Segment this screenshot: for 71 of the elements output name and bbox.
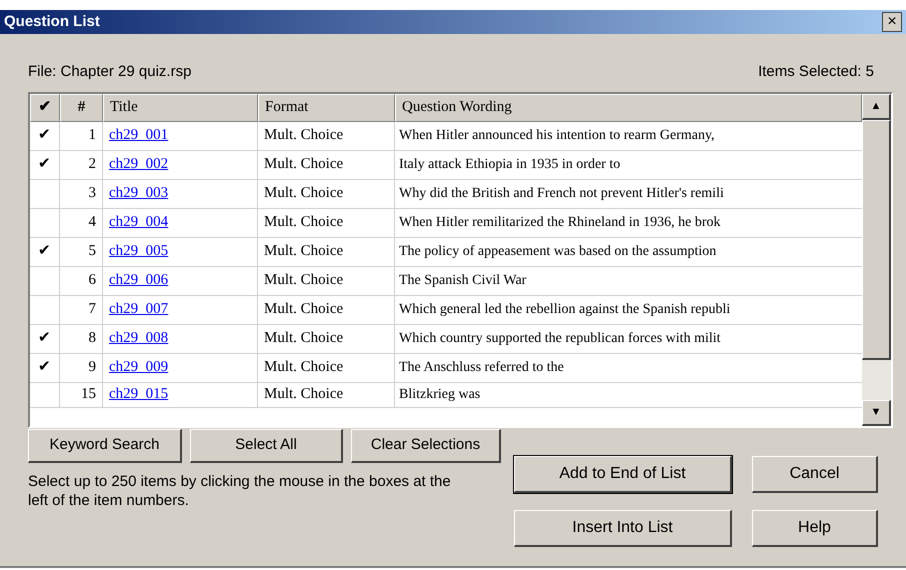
question-link[interactable]: ch29_007: [109, 298, 168, 321]
check-mark: ✔: [38, 126, 51, 146]
scroll-thumb[interactable]: [862, 120, 891, 360]
table-cell-text: 8: [88, 329, 96, 348]
column-header[interactable]: Title: [103, 94, 258, 122]
table-cell-text: Which country supported the republican forces with milit: [399, 330, 721, 348]
items-selected: Items Selected: 5: [758, 62, 874, 82]
table-cell-text: 6: [88, 271, 96, 290]
table-cell-text: 2: [88, 155, 96, 174]
dialog-button[interactable]: Insert Into List: [514, 510, 732, 546]
table-cell-text: Mult. Choice: [264, 242, 344, 262]
table-cell-text: 15: [81, 385, 96, 404]
checkbox-cell[interactable]: ✔: [30, 324, 60, 352]
table-cell-text: 9: [88, 358, 96, 378]
window-title: Question List: [4, 12, 100, 32]
table-cell-text: Why did the British and French not prevent Hitler's remili: [399, 185, 724, 203]
table-cell-text: 4: [88, 213, 96, 232]
check-mark: ✔: [38, 155, 51, 174]
dialog-button[interactable]: Add to End of List: [514, 456, 732, 492]
question-link[interactable]: ch29_003: [109, 182, 168, 205]
question-link[interactable]: ch29_004: [109, 211, 168, 234]
column-header[interactable]: ✔: [30, 94, 60, 122]
check-mark: ✔: [38, 242, 51, 262]
dialog-button[interactable]: Cancel: [752, 456, 878, 492]
table-cell-text: Mult. Choice: [264, 329, 344, 348]
table-cell-text: Blitzkrieg was: [399, 386, 480, 404]
table-cell-text: Mult. Choice: [264, 155, 344, 174]
table-cell-text: The Anschluss referred to the: [399, 359, 564, 377]
table-cell-text: Mult. Choice: [264, 184, 344, 204]
column-header[interactable]: Format: [258, 94, 395, 122]
table-cell-text: Mult. Choice: [264, 213, 344, 232]
table-cell-text: The Spanish Civil War: [399, 272, 526, 290]
table-cell-text: Mult. Choice: [264, 300, 344, 320]
question-link[interactable]: ch29_006: [109, 269, 168, 292]
table-cell-text: Mult. Choice: [264, 271, 344, 290]
table-cell-text: When Hitler remilitarized the Rhineland in 1936, he brok: [399, 214, 721, 232]
check-mark: ✔: [38, 358, 51, 378]
column-header[interactable]: #: [60, 94, 103, 122]
table-cell-text: 1: [88, 126, 96, 146]
table-cell-text: 3: [88, 184, 96, 204]
table-cell-text: Mult. Choice: [264, 385, 344, 404]
scrollbar[interactable]: ▲ ▼: [862, 94, 891, 426]
table-cell-text: Which general led the rebellion against the Spanish republi: [399, 301, 730, 319]
column-header[interactable]: Question Wording: [395, 94, 862, 122]
dialog-button[interactable]: Keyword Search: [28, 428, 182, 462]
checkbox-cell[interactable]: ✔: [30, 354, 60, 382]
checkbox-cell[interactable]: ✔: [30, 238, 60, 266]
checkbox-cell[interactable]: ✔: [30, 122, 60, 150]
table-cell-text: 7: [88, 300, 96, 320]
question-link[interactable]: ch29_009: [109, 356, 168, 379]
question-link[interactable]: ch29_015: [109, 383, 168, 406]
scroll-up-button[interactable]: ▲: [862, 94, 891, 120]
scroll-down-button[interactable]: ▼: [862, 400, 891, 426]
table-cell-text: Mult. Choice: [264, 358, 344, 378]
hint-text: Select up to 250 items by clicking the mouse in the boxes at the left of the item numbers.: [28, 472, 452, 510]
question-link[interactable]: ch29_002: [109, 153, 168, 176]
table-cell-text: The policy of appeasement was based on the assumption: [399, 243, 716, 261]
check-mark: ✔: [38, 329, 51, 348]
checkbox-cell[interactable]: ✔: [30, 150, 60, 178]
table-cell-text: Mult. Choice: [264, 126, 344, 146]
close-button[interactable]: ×: [882, 12, 902, 32]
table-cell-text: 5: [88, 242, 96, 262]
file-label: File: Chapter 29 quiz.rsp: [28, 62, 192, 82]
question-link[interactable]: ch29_005: [109, 240, 168, 263]
dialog-button[interactable]: Clear Selections: [351, 428, 501, 462]
table-cell-text: When Hitler announced his intention to rearm Germany,: [399, 127, 715, 145]
dialog-button[interactable]: Help: [752, 510, 878, 546]
question-link[interactable]: ch29_001: [109, 124, 168, 147]
question-link[interactable]: ch29_008: [109, 327, 168, 350]
table-cell-text: Italy attack Ethiopia in 1935 in order to: [399, 156, 620, 174]
dialog-button[interactable]: Select All: [190, 428, 343, 462]
